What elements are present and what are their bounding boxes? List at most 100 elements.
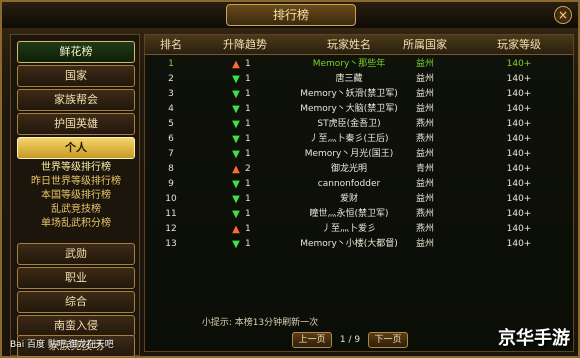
player-name-cell: 唐三藏 xyxy=(335,74,363,84)
arrow-up-icon: ▲ xyxy=(232,59,240,70)
level-cell: 140+ xyxy=(506,224,532,234)
rank-cell: 8 xyxy=(168,164,174,174)
col-trend: 升降趋势 xyxy=(223,38,267,51)
table-row[interactable]: 13 ▼ 1 Memory丶小楼(大都督) 益州 140+ xyxy=(145,237,573,252)
player-name-cell: Memory丶大脑(禁卫军) xyxy=(300,104,398,114)
merit-button[interactable]: 武勋 xyxy=(17,243,135,265)
table-row[interactable]: 4 ▼ 1 Memory丶大脑(禁卫军) 益州 140+ xyxy=(145,102,573,117)
nation-cell: 燕州 xyxy=(415,119,434,129)
trend-cell: ▲ 2 xyxy=(213,162,283,177)
table-row[interactable]: 12 ▲ 1 丿至灬卜爱彡 燕州 140+ xyxy=(145,222,573,237)
table-row[interactable]: 10 ▼ 1 爱财 益州 140+ xyxy=(145,192,573,207)
arrow-down-icon: ▼ xyxy=(232,194,240,205)
nation-cell: 益州 xyxy=(415,74,434,84)
rank-cell: 6 xyxy=(168,134,174,144)
trend-cell: ▼ 1 xyxy=(213,117,283,132)
table-row[interactable]: 6 ▼ 1 丿至灬卜秦彡(王后) 燕州 140+ xyxy=(145,132,573,147)
nation-cell: 益州 xyxy=(415,59,434,69)
nation-cell: 燕州 xyxy=(415,224,434,234)
trend-cell: ▼ 1 xyxy=(213,207,283,222)
col-nation: 所属国家 xyxy=(403,38,447,51)
family-button[interactable]: 家族帮会 xyxy=(17,89,135,111)
table-row[interactable]: 9 ▼ 1 cannonfodder 益州 140+ xyxy=(145,177,573,192)
trend-number: 1 xyxy=(245,224,251,234)
overall-button[interactable]: 综合 xyxy=(17,291,135,313)
table-row[interactable]: 11 ▼ 1 瞳世灬永恒(禁卫军) 燕州 140+ xyxy=(145,207,573,222)
personal-button[interactable]: 个人 xyxy=(17,137,135,159)
level-cell: 140+ xyxy=(506,149,532,159)
table-row[interactable]: 3 ▼ 1 Memory丶妖滑(禁卫军) 益州 140+ xyxy=(145,87,573,102)
close-button[interactable]: × xyxy=(554,6,572,24)
trend-cell: ▼ 1 xyxy=(213,102,283,117)
player-name-cell: 爱财 xyxy=(339,194,358,204)
rank-cell: 7 xyxy=(168,149,174,159)
trend-cell: ▲ 1 xyxy=(213,57,283,72)
trend-number: 1 xyxy=(245,134,251,144)
trend-number: 1 xyxy=(245,194,251,204)
next-page-button[interactable]: 下一页 xyxy=(368,332,408,348)
level-cell: 140+ xyxy=(506,194,532,204)
trend-number: 2 xyxy=(245,164,251,174)
trend-cell: ▼ 1 xyxy=(213,177,283,192)
rank-cell: 12 xyxy=(165,224,177,234)
trend-cell: ▼ 1 xyxy=(213,72,283,87)
nation-cell: 益州 xyxy=(415,179,434,189)
site-watermark: 京华手游 xyxy=(498,328,570,349)
sub-yesterday-level[interactable]: 昨日世界等级排行榜 xyxy=(21,175,131,189)
baidu-watermark: Bai 百度 贴吧 御龙在天吧 xyxy=(10,340,114,350)
sub-world-level[interactable]: 世界等级排行榜 xyxy=(21,161,131,175)
arrow-down-icon: ▼ xyxy=(232,134,240,145)
trend-number: 1 xyxy=(245,209,251,219)
arrow-down-icon: ▼ xyxy=(232,119,240,130)
player-name-cell: cannonfodder xyxy=(317,179,381,189)
sub-arena[interactable]: 乱武竞技榜 xyxy=(21,203,131,217)
refresh-tip: 小提示: 本榜13分钟刷新一次 xyxy=(201,318,319,328)
class-button[interactable]: 职业 xyxy=(17,267,135,289)
arrow-down-icon: ▼ xyxy=(232,74,240,85)
col-name: 玩家姓名 xyxy=(327,38,371,51)
nation-button[interactable]: 国家 xyxy=(17,65,135,87)
level-cell: 140+ xyxy=(506,74,532,84)
trend-number: 1 xyxy=(245,239,251,249)
nation-cell: 益州 xyxy=(415,239,434,249)
nation-cell: 益州 xyxy=(415,89,434,99)
trend-cell: ▼ 1 xyxy=(213,132,283,147)
table-row[interactable]: 2 ▼ 1 唐三藏 益州 140+ xyxy=(145,72,573,87)
trend-number: 1 xyxy=(245,74,251,84)
rank-cell: 3 xyxy=(168,89,174,99)
ranking-table: 排名 升降趋势 玩家姓名 所属国家 玩家等级 1 ▲ 1 Memory丶那些年 益州 14… xyxy=(144,34,574,352)
trend-number: 1 xyxy=(245,179,251,189)
invasion-button[interactable]: 南蛮入侵 xyxy=(17,315,135,337)
arrow-down-icon: ▼ xyxy=(232,104,240,115)
trend-number: 1 xyxy=(245,89,251,99)
rank-cell: 4 xyxy=(168,104,174,114)
hero-button[interactable]: 护国英雄 xyxy=(17,113,135,135)
flower-rank-button[interactable]: 鲜花榜 xyxy=(17,41,135,63)
rank-cell: 10 xyxy=(165,194,177,204)
player-name-cell: 御龙光明 xyxy=(330,164,367,174)
trend-number: 1 xyxy=(245,149,251,159)
table-row[interactable]: 1 ▲ 1 Memory丶那些年 益州 140+ xyxy=(145,57,573,72)
rank-cell: 13 xyxy=(165,239,177,249)
table-header: 排名 升降趋势 玩家姓名 所属国家 玩家等级 xyxy=(145,35,573,55)
sub-single-arena[interactable]: 单场乱武积分榜 xyxy=(21,217,131,231)
level-cell: 140+ xyxy=(506,134,532,144)
player-name-cell: 瞳世灬永恒(禁卫军) xyxy=(309,209,389,219)
table-row[interactable]: 5 ▼ 1 ST虎臣(金吾卫) 燕州 140+ xyxy=(145,117,573,132)
ranking-window: 排行榜 × 鲜花榜 国家 家族帮会 护国英雄 个人 世界等级排行榜 昨日世界等级… xyxy=(0,0,580,358)
trend-number: 1 xyxy=(245,104,251,114)
table-row[interactable]: 8 ▲ 2 御龙光明 青州 140+ xyxy=(145,162,573,177)
nation-cell: 益州 xyxy=(415,194,434,204)
level-cell: 140+ xyxy=(506,59,532,69)
arrow-down-icon: ▼ xyxy=(232,239,240,250)
level-cell: 140+ xyxy=(506,179,532,189)
player-name-cell: 丿至灬卜秦彡(王后) xyxy=(309,134,389,144)
player-name-cell: 丿至灬卜爱彡 xyxy=(321,224,376,234)
nation-cell: 益州 xyxy=(415,104,434,114)
sub-nation-level[interactable]: 本国等级排行榜 xyxy=(21,189,131,203)
arrow-down-icon: ▼ xyxy=(232,89,240,100)
table-row[interactable]: 7 ▼ 1 Memory丶月光(国王) 益州 140+ xyxy=(145,147,573,162)
rank-cell: 2 xyxy=(168,74,174,84)
trend-number: 1 xyxy=(245,119,251,129)
arrow-down-icon: ▼ xyxy=(232,179,240,190)
